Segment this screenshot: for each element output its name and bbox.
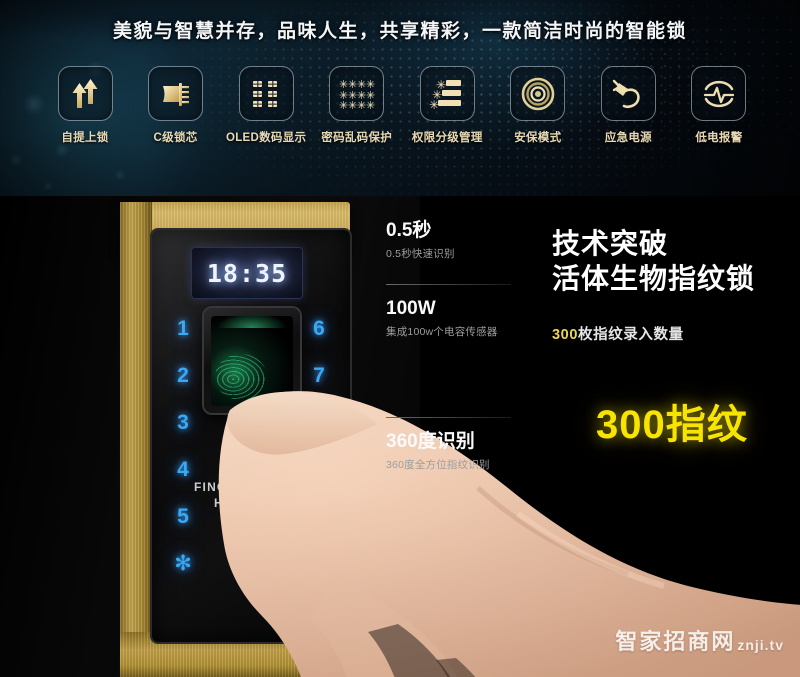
feature-icon-box [600, 66, 656, 121]
spec-value: 0.5秒 [386, 220, 432, 241]
spec-value: 100W [386, 297, 436, 319]
spec-divider [386, 283, 511, 285]
spec-item: 360度识别 360度全方位指纹识别 [386, 431, 526, 484]
feature-item-scramble-code[interactable]: ✳ ✳ ✳ ✳ ✳ ✳ ✳ ✳ ✳ ✳ ✳ ✳ 密码乱码保护 [318, 66, 396, 145]
banner-headline: 美貌与智慧并存，品味人生，共享精彩，一款简洁时尚的智能锁 [112, 21, 687, 42]
power-plug-icon [610, 77, 646, 111]
oled-display: 18:35 [192, 248, 302, 298]
feature-item-lock-core[interactable]: C级锁芯 [137, 66, 215, 145]
feature-banner: 美貌与智慧并存，品味人生，共享精彩，一款简洁时尚的智能锁 自提上锁 C级锁芯 O… [0, 0, 800, 196]
feature-label: 应急电源 [604, 132, 652, 144]
feature-label: 低电报警 [695, 132, 743, 144]
promo-heading: 技术突破 活体生物指纹锁 [552, 226, 755, 297]
promo-subtitle-number: 300 [552, 327, 578, 343]
spec-description: 集成100w个电容传感器 [386, 325, 498, 338]
watermark: 智家招商网 znji.tv [615, 629, 784, 654]
feature-icon-box [510, 66, 566, 121]
feature-label: C级锁芯 [153, 132, 198, 144]
spec-description: 0.5秒快速识别 [386, 247, 455, 260]
feature-item-security-mode[interactable]: 安保模式 [499, 66, 577, 145]
lock-brass-left-edge [120, 202, 152, 632]
spec-list: 0.5秒 0.5秒快速识别 100W 集成100w个电容传感器 360度识别 3… [386, 220, 526, 484]
product-promo-image: 美貌与智慧并存，品味人生，共享精彩，一款简洁时尚的智能锁 自提上锁 C级锁芯 O… [0, 0, 800, 677]
watermark-brand: 智家招商网 [615, 629, 736, 654]
feature-icon-row: 自提上锁 C级锁芯 OLED数码显示 ✳ ✳ ✳ ✳ ✳ ✳ ✳ ✳ ✳ ✳ ✳… [46, 66, 758, 145]
feature-label: 密码乱码保护 [321, 132, 393, 144]
feature-item-low-battery-alarm[interactable]: 低电报警 [680, 66, 758, 145]
svg-text:✳: ✳ [429, 98, 439, 111]
feature-icon-box: ✳ ✳ ✳ [419, 66, 475, 121]
feature-item-permission-levels[interactable]: ✳ ✳ ✳ 权限分级管理 [408, 66, 486, 145]
feature-label: 安保模式 [514, 132, 562, 144]
spec-description: 360度全方位指纹识别 [386, 458, 490, 471]
keypad-key-6[interactable]: 6 [313, 318, 325, 339]
permission-levels-icon: ✳ ✳ ✳ [429, 77, 465, 111]
scanner-glow-top [217, 316, 287, 328]
promo-big-text: 300指纹 [596, 403, 748, 447]
product-photo-section: 18:35 1 2 3 4 5 ✻ 6 7 8 [0, 196, 800, 677]
lock-cylinder-icon [159, 77, 193, 111]
spec-value: 360度识别 [386, 430, 475, 452]
svg-text:✳: ✳ [357, 99, 366, 110]
spec-item: 0.5秒 0.5秒快速识别 [386, 220, 526, 273]
feature-item-auto-lock[interactable]: 自提上锁 [46, 66, 124, 145]
dot-matrix-display-icon [250, 77, 282, 111]
feature-item-oled-display[interactable]: OLED数码显示 [225, 66, 307, 145]
feature-icon-box [238, 66, 294, 121]
feature-label: OLED数码显示 [225, 132, 307, 144]
svg-text:✳: ✳ [366, 99, 375, 110]
svg-text:✳: ✳ [339, 99, 348, 110]
feature-item-emergency-power[interactable]: 应急电源 [589, 66, 667, 145]
spec-item: 100W 集成100w个电容传感器 [386, 298, 526, 351]
oled-time-value: 18:35 [206, 258, 288, 288]
feature-icon-box [57, 66, 113, 121]
feature-label: 权限分级管理 [411, 132, 483, 144]
asterisk-grid-icon: ✳ ✳ ✳ ✳ ✳ ✳ ✳ ✳ ✳ ✳ ✳ ✳ [338, 78, 376, 110]
promo-subtitle-rest: 枚指纹录入数量 [578, 327, 684, 343]
feature-icon-box [148, 66, 204, 121]
feature-label: 自提上锁 [61, 132, 109, 144]
promo-heading-line1: 技术突破 [552, 228, 669, 259]
watermark-domain: znji.tv [737, 637, 784, 653]
svg-text:✳: ✳ [348, 99, 357, 110]
up-arrows-icon [68, 77, 102, 111]
spec-divider [386, 416, 511, 418]
keypad-key-1[interactable]: 1 [177, 318, 189, 339]
promo-heading-line2: 活体生物指纹锁 [552, 263, 756, 295]
low-battery-pulse-icon [701, 77, 737, 111]
feature-icon-box [691, 66, 747, 121]
concentric-circles-icon [521, 77, 555, 111]
feature-icon-box: ✳ ✳ ✳ ✳ ✳ ✳ ✳ ✳ ✳ ✳ ✳ ✳ [329, 66, 385, 121]
promo-subtitle: 300枚指纹录入数量 [552, 323, 684, 344]
